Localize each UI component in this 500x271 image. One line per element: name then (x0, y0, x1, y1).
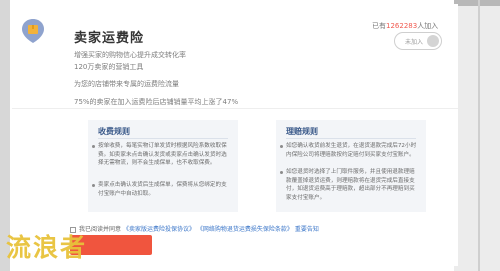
join-toggle[interactable]: 未加入 (394, 32, 442, 50)
description-line: 增强买家的购物信心提升成交转化率 (74, 51, 186, 59)
claim-rules-panel: 理赔规则 如您确认收货前发生退货，在退货退款完成后72小时内保险公司将理赔款按约… (276, 120, 426, 212)
description-line: 为您的店铺带来专属的运费险流量 (74, 80, 179, 88)
joined-prefix: 已有 (372, 22, 386, 30)
rule-title-divider (98, 138, 228, 139)
insurance-protocol-link[interactable]: 《卖家版运费险投保协议》 (123, 226, 195, 233)
page-title: 卖家运费险 (74, 31, 145, 46)
joined-suffix: 人加入 (417, 22, 439, 30)
collect-rule-item: 卖家点击确认发货后生成保单，保费将从您绑定的支付宝账户中自动扣取。 (98, 182, 227, 197)
scroll-top-bar (454, 0, 500, 6)
joined-count: 1262283 (386, 22, 418, 30)
joined-count-text: 已有1262283人加入 (372, 21, 438, 31)
claim-rule-item: 如您退货时选择了上门取件服务，并且使用退款理赔款覆盖掉退货运费，则理赔款将在退货… (286, 169, 415, 201)
bullet-icon (92, 184, 95, 187)
bullet-icon (280, 171, 283, 174)
claim-rules-title: 理赔规则 (286, 127, 318, 136)
description-line: 75%的卖家在加入运费险后店铺销量平均上涨了47% (74, 98, 239, 106)
rule-title-divider (286, 138, 416, 139)
bullet-icon (92, 145, 95, 148)
right-scroll-rail[interactable] (454, 0, 500, 271)
join-toggle-label: 未加入 (405, 39, 424, 46)
collect-rules-title: 收费规则 (98, 127, 130, 136)
section-divider (12, 108, 458, 109)
claim-rule-item: 如您确认收货前发生退货，在退货退款完成后72小时内保险公司将理赔款按约定赔付到买… (286, 143, 417, 158)
collect-rule-item: 按单收费，每笔实物订单发货时根据风险系数收取保费。如卖家未点击确认发货或卖家点击… (98, 143, 227, 167)
agreement-line: 我已阅读并同意 《卖家版运费险投保协议》 《网络购物退货运费损失保险条款》 重要… (70, 224, 319, 233)
collect-rules-panel: 收费规则 按单收费，每笔实物订单发货时根据风险系数收取保费。如卖家未点击确认发货… (88, 120, 238, 212)
important-notice-link[interactable]: 重要告知 (295, 226, 319, 233)
description-line: 120万卖家的营销工具 (74, 63, 144, 71)
watermark-text: 流浪者 (6, 233, 88, 262)
scrollbar-track[interactable] (478, 0, 480, 271)
toggle-knob (427, 35, 439, 47)
insurance-card: 卖家运费险 增强买家的购物信心提升成交转化率 120万卖家的营销工具 为您的店铺… (12, 4, 458, 266)
bullet-icon (280, 145, 283, 148)
parcel-shield-icon (20, 18, 46, 44)
insurance-terms-link[interactable]: 《网络购物退货运费损失保险条款》 (197, 226, 293, 233)
